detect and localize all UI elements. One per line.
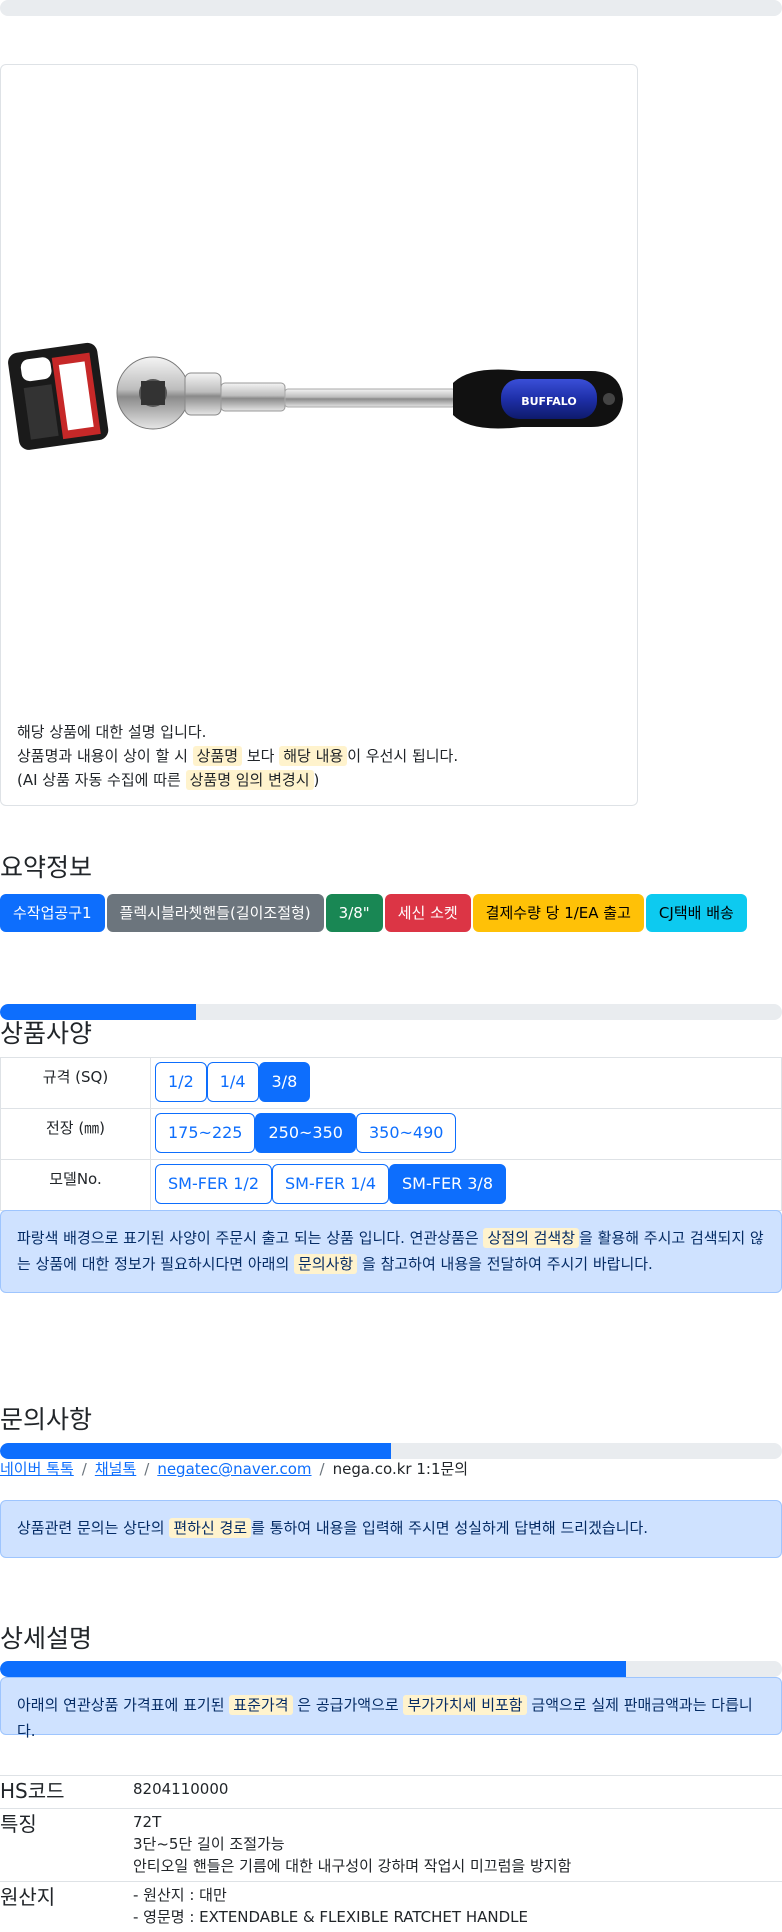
notice-line3: (AI 상품 자동 수집에 따른 상품명 임의 변경시): [17, 768, 458, 792]
spec-options: 1/2 1/4 3/8: [151, 1058, 781, 1102]
badge-category: 수작업공구1: [0, 894, 105, 932]
inquiry-links: 네이버 톡톡 / 채널톡 / negatec@naver.com / nega.co.kr …: [0, 1458, 468, 1479]
alert-text: 파랑색 배경으로 표기된 사양이 주문시 출고 되는 상품 입니다. 연관상품은: [17, 1229, 479, 1247]
highlight-product-name: 상품명: [192, 746, 243, 766]
inquiry-alert: 상품관련 문의는 상단의 편하신 경로 를 통하여 내용을 입력해 주시면 성실하…: [0, 1500, 782, 1558]
notice-text: 상품명과 내용이 상이 할 시: [17, 747, 188, 765]
notice-text: 보다: [246, 747, 275, 765]
info-value: 72T 3단~5단 길이 조절가능 안티오일 핸들은 기름에 대한 내구성이 강…: [133, 1808, 782, 1882]
badge-shipping: CJ택배 배송: [645, 894, 747, 932]
option-sq-1-2[interactable]: 1/2: [155, 1062, 207, 1102]
alert-text: 은 공급가액으로: [297, 1696, 399, 1714]
info-key: 원산지: [0, 1881, 133, 1932]
spec-title: 상품사양: [0, 1019, 93, 1048]
hanger-tag: [8, 342, 109, 450]
highlight-content: 해당 내용: [279, 746, 348, 766]
spec-row-sq: 규격 (SQ) 1/2 1/4 3/8: [0, 1057, 782, 1109]
detail-alert: 아래의 연관상품 가격표에 표기된 표준가격 은 공급가액으로 부가가치세 비포…: [0, 1677, 782, 1740]
summary-title: 요약정보: [0, 853, 93, 882]
link-channel-talk[interactable]: 채널톡: [95, 1460, 136, 1478]
badge-product-type: 플렉시블라쳇핸들(길이조절형): [106, 894, 324, 932]
spec-row-model: 모델No. SM-FER 1/2 SM-FER 1/4 SM-FER 3/8: [0, 1159, 782, 1211]
link-email[interactable]: negatec@naver.com: [157, 1460, 311, 1478]
info-row-origin: 원산지 - 원산지 : 대만 - 영문명 : EXTENDABLE & FLEX…: [0, 1881, 782, 1932]
highlight-vat: 부가가치세 비포함: [403, 1695, 527, 1715]
detail-progress: [0, 1661, 782, 1677]
notice-line2: 상품명과 내용이 상이 할 시 상품명 보다 해당 내용 이 우선시 됩니다.: [17, 744, 458, 768]
spec-label: 규격 (SQ): [0, 1057, 151, 1109]
detail-title: 상세설명: [0, 1624, 93, 1653]
spec-label: 전장 (㎜): [0, 1108, 151, 1160]
alert-text: 아래의 연관상품 가격표에 표기된: [17, 1696, 225, 1714]
badge-brand: 세신 소켓: [384, 894, 471, 932]
product-notice: 해당 상품에 대한 설명 입니다. 상품명과 내용이 상이 할 시 상품명 보다…: [17, 720, 458, 792]
notice-text: ): [313, 771, 320, 789]
spec-options: SM-FER 1/2 SM-FER 1/4 SM-FER 3/8: [151, 1160, 781, 1204]
option-length-250[interactable]: 250~350: [255, 1113, 356, 1153]
summary-badges: 수작업공구1 플렉시블라쳇핸들(길이조절형) 3/8" 세신 소켓 결제수량 당…: [0, 894, 749, 932]
option-length-175[interactable]: 175~225: [155, 1113, 256, 1153]
origin-line: - 원산지 : 대만: [133, 1886, 227, 1904]
spec-alert: 파랑색 배경으로 표기된 사양이 주문시 출고 되는 상품 입니다. 연관상품은…: [0, 1210, 782, 1293]
alert-text: 를 통하여 내용을 입력해 주시면 성실하게 답변해 드리겠습니다.: [251, 1519, 649, 1537]
highlight-search: 상점의 검색창: [483, 1228, 580, 1248]
feature-line: 안티오일 핸들은 기름에 대한 내구성이 강하며 작업시 미끄럼을 방지함: [133, 1857, 572, 1875]
spec-label: 모델No.: [0, 1159, 151, 1211]
inquiry-progress: [0, 1443, 782, 1459]
info-row-hs: HS코드 8204110000: [0, 1775, 782, 1809]
option-sq-3-8[interactable]: 3/8: [258, 1062, 311, 1102]
highlight-standard-price: 표준가격: [229, 1695, 293, 1715]
feature-line: 72T: [133, 1813, 162, 1831]
separator: /: [319, 1460, 325, 1478]
separator: /: [144, 1460, 150, 1478]
highlight-name-change: 상품명 임의 변경시: [185, 770, 314, 790]
notice-text: 이 우선시 됩니다.: [347, 747, 459, 765]
link-naver-talk[interactable]: 네이버 톡톡: [0, 1460, 74, 1478]
highlight-route: 편하신 경로: [169, 1518, 252, 1538]
badge-quantity: 결제수량 당 1/EA 출고: [472, 894, 644, 932]
option-model-1-2[interactable]: SM-FER 1/2: [155, 1164, 272, 1204]
spec-table: 규격 (SQ) 1/2 1/4 3/8 전장 (㎜) 175~225 250~3…: [0, 1057, 782, 1211]
feature-line: 3단~5단 길이 조절가능: [133, 1835, 285, 1853]
notice-line1: 해당 상품에 대한 설명 입니다.: [17, 723, 207, 741]
brand-label: BUFFALO: [521, 395, 577, 408]
info-row-feature: 특징 72T 3단~5단 길이 조절가능 안티오일 핸들은 기름에 대한 내구성…: [0, 1808, 782, 1882]
info-key: HS코드: [0, 1775, 133, 1809]
product-image-card: BUFFALO 해당 상품에 대한 설명 입니다. 상품명과 내용이 상이 할 …: [0, 64, 638, 806]
product-info-table: HS코드 8204110000 특징 72T 3단~5단 길이 조절가능 안티오…: [0, 1775, 782, 1932]
option-model-3-8[interactable]: SM-FER 3/8: [389, 1164, 506, 1204]
spec-row-length: 전장 (㎜) 175~225 250~350 350~490: [0, 1108, 782, 1160]
inquiry-site: nega.co.kr 1:1문의: [332, 1460, 469, 1478]
origin-line: - 영문명 : EXTENDABLE & FLEXIBLE RATCHET HA…: [133, 1908, 528, 1926]
option-sq-1-4[interactable]: 1/4: [206, 1062, 259, 1102]
info-key: 특징: [0, 1808, 133, 1882]
product-image: BUFFALO: [8, 342, 623, 450]
spec-progress: [0, 1004, 782, 1020]
alert-text: 상품관련 문의는 상단의: [17, 1519, 165, 1537]
alert-text: 을 참고하여 내용을 전달하여 주시기 바랍니다.: [362, 1255, 653, 1273]
inquiry-progress-fill: [0, 1443, 391, 1459]
option-length-350[interactable]: 350~490: [355, 1113, 457, 1153]
top-progress-bar: [0, 0, 782, 16]
spec-options: 175~225 250~350 350~490: [151, 1109, 781, 1153]
badge-size: 3/8": [325, 894, 383, 932]
highlight-inquiry: 문의사항: [294, 1254, 358, 1274]
detail-progress-fill: [0, 1661, 626, 1677]
inquiry-title: 문의사항: [0, 1405, 93, 1434]
option-model-1-4[interactable]: SM-FER 1/4: [272, 1164, 389, 1204]
separator: /: [81, 1460, 87, 1478]
info-value: 8204110000: [133, 1775, 782, 1809]
notice-text: (AI 상품 자동 수집에 따른: [17, 771, 181, 789]
info-value: - 원산지 : 대만 - 영문명 : EXTENDABLE & FLEXIBLE…: [133, 1881, 782, 1932]
